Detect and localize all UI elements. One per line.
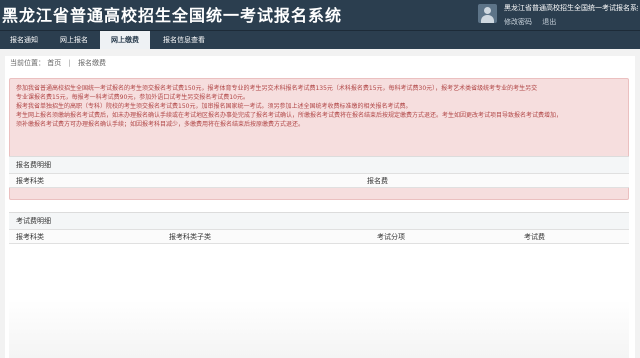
user-box: 黑龙江省普通高校招生全国统一考试报名系统 修改密码 退出 bbox=[478, 3, 638, 29]
registration-fee-table-header: 报考科类 报名费 bbox=[9, 173, 629, 188]
nav-tab-registration-notice[interactable]: 报名通知 bbox=[4, 31, 44, 49]
nav-tab-online-registration[interactable]: 网上报名 bbox=[52, 31, 96, 49]
breadcrumb-label: 当前位置： bbox=[10, 59, 45, 67]
empty-table-body bbox=[9, 300, 629, 358]
column-header: 考试分项 bbox=[377, 233, 405, 241]
main-content: 当前位置： 首页 | 报名缴费 参加我省普通高校招生全国统一考试报名的考生须交报… bbox=[5, 56, 635, 358]
notice-line: 须补缴报名考试费方可办理报名确认手续；如因报考科目减少，多缴费用将在报名结束后按… bbox=[16, 121, 305, 128]
notice-line: 考生网上报名须缴纳报名考试费后，如未办理报名确认手续或在考试地区报名办事处完成了… bbox=[16, 112, 563, 119]
registration-fee-section-title: 报名费明细 bbox=[9, 156, 629, 173]
user-links: 修改密码 退出 bbox=[504, 17, 564, 27]
user-name: 黑龙江省普通高校招生全国统一考试报名系统 bbox=[504, 4, 638, 12]
exam-fee-section-title: 考试费明细 bbox=[9, 212, 629, 229]
user-avatar-icon bbox=[478, 4, 497, 23]
breadcrumb-separator: | bbox=[68, 59, 71, 67]
column-header: 报考科类 bbox=[16, 177, 44, 185]
exam-fee-table-header: 报考科类 报考科类子类 考试分项 考试费 bbox=[9, 229, 629, 244]
top-header: 黑龙江省普通高校招生全国统一考试报名系统 黑龙江省普通高校招生全国统一考试报名系… bbox=[0, 0, 640, 31]
nav-tab-registration-info[interactable]: 报名信息查看 bbox=[154, 31, 214, 49]
notice-line: 参加我省普通高校招生全国统一考试报名的考生须交报名考试费150元，报考体育专业的… bbox=[16, 85, 538, 92]
logout-link[interactable]: 退出 bbox=[542, 18, 556, 26]
breadcrumb-home[interactable]: 首页 bbox=[47, 59, 61, 67]
notice-line: 专业课报名费15元，每报考一科考试费90元，参加外语口试考生另交报名考试费10元… bbox=[16, 94, 249, 101]
breadcrumb-current: 报名缴费 bbox=[78, 59, 107, 67]
site-title: 黑龙江省普通高校招生全国统一考试报名系统 bbox=[2, 6, 343, 25]
notice-line: 报考我省单独招生的高职（专科）院校的考生须交报名考试费150元，加审报名国家统一… bbox=[16, 103, 412, 110]
breadcrumb: 当前位置： 首页 | 报名缴费 bbox=[5, 56, 635, 70]
column-header: 报名费 bbox=[367, 177, 388, 185]
column-header: 报考科类子类 bbox=[169, 233, 211, 241]
nav-tab-online-payment[interactable]: 网上缴费 bbox=[100, 31, 150, 49]
column-header: 考试费 bbox=[524, 233, 545, 241]
main-nav: 报名通知 网上报名 网上缴费 报名信息查看 bbox=[0, 31, 640, 49]
change-password-link[interactable]: 修改密码 bbox=[504, 18, 532, 26]
column-header: 报考科类 bbox=[16, 233, 44, 241]
